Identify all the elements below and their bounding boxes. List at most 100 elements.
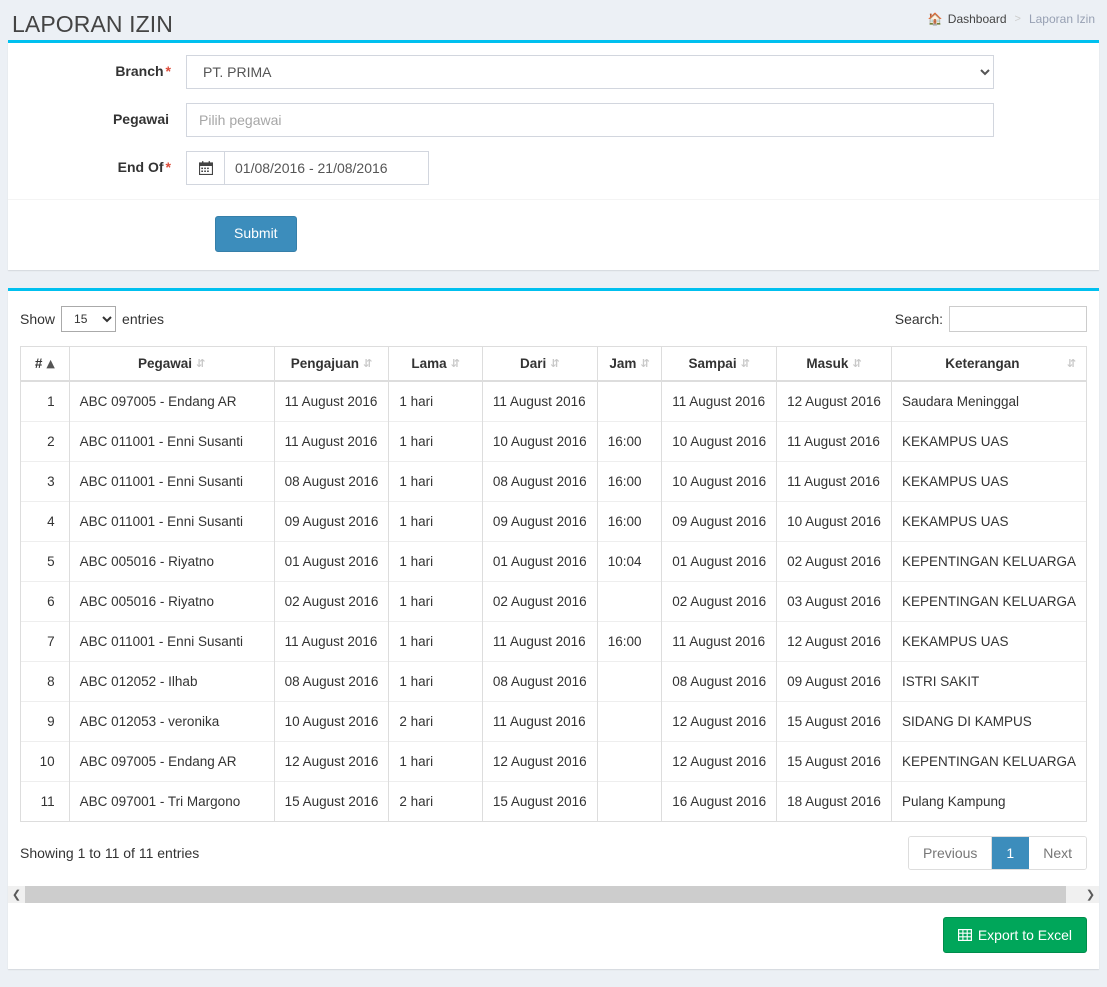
cell-masuk: 15 August 2016 [776,740,892,782]
table-row: 5 ABC 005016 - Riyatno 01 August 2016 1 har… [20,540,1088,582]
cell-pegawai: ABC 097005 - Endang AR [68,380,275,422]
results-panel: Show 15 entries Search: # ▲ Pegawai ⇵ Pe… [8,287,1099,969]
branch-select[interactable]: PT. PRIMA [186,55,994,89]
column-header-jam[interactable]: Jam ⇵ [596,345,662,382]
cell-jam [596,740,663,782]
cell-lama: 1 hari [388,620,483,662]
cell-no: 4 [20,500,70,542]
sort-both-icon: ⇵ [450,356,460,370]
column-label-pegawai: Pegawai [137,355,192,371]
cell-sampai: 02 August 2016 [661,580,778,622]
scrollbar-thumb[interactable] [25,886,1067,904]
cell-pengajuan: 02 August 2016 [273,580,390,622]
cell-lama: 1 hari [388,740,483,782]
column-label-no: # [34,355,43,371]
cell-jam [596,780,663,822]
filter-form-footer: Submit [8,199,1099,270]
date-range-input[interactable] [225,152,428,184]
cell-dari: 11 August 2016 [481,380,598,422]
cell-pegawai: ABC 097005 - Endang AR [68,740,275,782]
export-to-excel-button[interactable]: Export to Excel [942,916,1087,953]
export-row: Export to Excel [8,902,1099,969]
date-range-input-group[interactable] [186,151,429,185]
cell-sampai: 08 August 2016 [661,660,778,702]
sort-both-icon: ⇵ [363,356,373,370]
table-header-row: # ▲ Pegawai ⇵ Pengajuan ⇵ Lama ⇵ Dari ⇵ … [20,345,1088,382]
cell-jam [596,700,663,742]
cell-keterangan: Saudara Meninggal [890,380,1088,422]
cell-keterangan: KEPENTINGAN KELUARGA [890,580,1088,622]
table-row: 4 ABC 011001 - Enni Susanti 09 August 2016… [20,500,1088,542]
izin-table-body: 1 ABC 097005 - Endang AR 11 August 2016 1 h… [20,380,1088,822]
cell-no: 8 [20,660,70,702]
cell-lama: 1 hari [388,460,483,502]
column-label-jam: Jam [609,355,637,371]
pegawai-input[interactable] [186,103,994,137]
cell-pegawai: ABC 011001 - Enni Susanti [68,460,275,502]
cell-dari: 11 August 2016 [481,700,598,742]
sort-both-icon: ⇵ [550,356,560,370]
cell-sampai: 12 August 2016 [661,740,778,782]
table-row: 11 ABC 097001 - Tri Margono 15 August 2016… [20,780,1088,822]
cell-dari: 15 August 2016 [481,780,598,822]
branch-label: Branch * [115,63,171,79]
cell-no: 10 [20,740,70,782]
cell-sampai: 01 August 2016 [661,540,778,582]
submit-button[interactable]: Submit [215,216,297,252]
cell-keterangan: KEKAMPUS UAS [890,500,1088,542]
cell-keterangan: KEKAMPUS UAS [890,460,1088,502]
cell-lama: 2 hari [388,780,483,822]
column-header-pegawai[interactable]: Pegawai ⇵ [68,345,275,382]
cell-masuk: 18 August 2016 [776,780,892,822]
column-header-masuk[interactable]: Masuk ⇵ [776,345,892,382]
cell-pengajuan: 01 August 2016 [273,540,390,582]
column-header-keterangan[interactable]: Keterangan ⇵ [890,345,1088,382]
column-header-pengajuan[interactable]: Pengajuan ⇵ [273,345,389,382]
table-row: 7 ABC 011001 - Enni Susanti 11 August 2016… [20,620,1088,662]
entries-per-page-select[interactable]: 15 [61,305,117,332]
sort-both-icon: ⇵ [740,356,750,370]
cell-keterangan: KEKAMPUS UAS [890,620,1088,662]
column-label-masuk: Masuk [806,355,849,371]
column-label-keterangan: Keterangan [945,355,1020,371]
cell-masuk: 09 August 2016 [776,660,892,702]
form-group-pegawai: Pegawai [8,103,1099,137]
search-input[interactable] [949,305,1087,332]
cell-masuk: 15 August 2016 [776,700,892,742]
chevron-left-icon[interactable]: ❮ [8,886,25,904]
column-header-no[interactable]: # ▲ [20,345,70,382]
cell-lama: 1 hari [388,420,483,462]
end-of-required-marker: * [165,159,171,175]
cell-no: 11 [20,780,70,822]
chevron-right-icon[interactable]: ❯ [1082,886,1099,904]
cell-jam [596,380,663,422]
column-header-dari[interactable]: Dari ⇵ [481,345,598,382]
cell-jam: 16:00 [596,460,663,502]
cell-lama: 1 hari [388,380,483,422]
pagination-page-1[interactable]: 1 [992,836,1030,869]
scrollbar-track[interactable] [25,886,1082,904]
column-header-sampai[interactable]: Sampai ⇵ [661,345,777,382]
cell-pegawai: ABC 011001 - Enni Susanti [68,420,275,462]
horizontal-scrollbar[interactable]: ❮ ❯ [8,885,1099,904]
pagination-next[interactable]: Next [1029,836,1086,869]
cell-masuk: 11 August 2016 [776,420,892,462]
cell-lama: 1 hari [388,660,483,702]
cell-jam: 10:04 [596,540,663,582]
column-header-lama[interactable]: Lama ⇵ [388,345,483,382]
cell-pegawai: ABC 011001 - Enni Susanti [68,620,275,662]
cell-keterangan: KEKAMPUS UAS [890,420,1088,462]
cell-pegawai: ABC 097001 - Tri Margono [68,780,275,822]
cell-no: 3 [20,460,70,502]
cell-pengajuan: 08 August 2016 [273,460,390,502]
cell-dari: 01 August 2016 [481,540,598,582]
filter-form-body: Branch* PT. PRIMA Pegawai End Of* [8,43,1099,185]
izin-table-head: # ▲ Pegawai ⇵ Pengajuan ⇵ Lama ⇵ Dari ⇵ … [20,345,1088,382]
entries-label: entries [122,310,165,327]
export-button-label: Export to Excel [977,926,1072,943]
pagination-previous[interactable]: Previous [908,836,993,869]
cell-masuk: 12 August 2016 [776,380,892,422]
cell-sampai: 11 August 2016 [661,620,778,662]
sort-both-icon: ⇵ [852,356,862,370]
breadcrumb-dashboard-link[interactable]: 🏠 Dashboard [928,12,1007,26]
